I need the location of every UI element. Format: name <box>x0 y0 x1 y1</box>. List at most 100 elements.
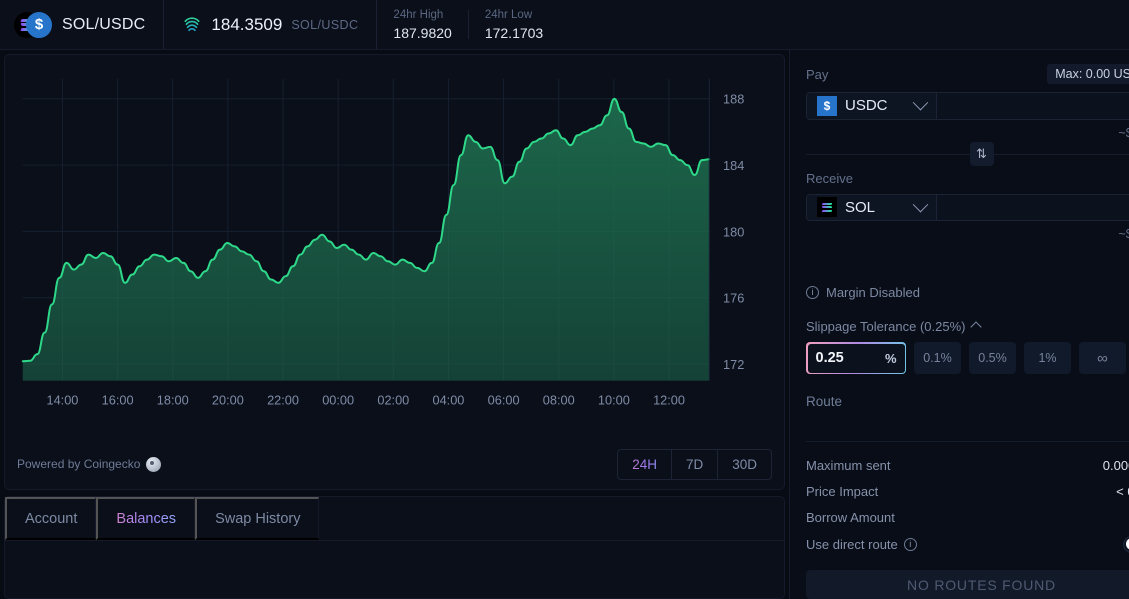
usdc-token-icon: $ <box>26 11 52 38</box>
pair-label: SOL/USDC <box>62 15 146 33</box>
swap-submit-button: NO ROUTES FOUND <box>806 570 1129 599</box>
coingecko-icon <box>146 456 162 472</box>
summary-row-price-impact: Price Impact < 0.1% <box>806 478 1129 504</box>
svg-text:188: 188 <box>723 92 744 107</box>
pay-token-label: USDC <box>845 97 888 115</box>
summary-row-maximum-sent: Maximum sent 0.000000 <box>806 452 1129 478</box>
current-price: 184.3509 <box>211 14 283 34</box>
swap-divider: ⇅ <box>806 142 1129 167</box>
svg-text:14:00: 14:00 <box>46 392 78 407</box>
svg-text:18:00: 18:00 <box>157 392 189 407</box>
main-body: 172 176 180 184 188 14:00 16:00 18:00 20:00 22:00… <box>0 50 1129 599</box>
market-pair-selector[interactable]: $ SOL/USDC <box>0 0 165 49</box>
svg-text:180: 180 <box>723 224 744 239</box>
pair-icon-group: $ <box>14 11 52 38</box>
receive-label: Receive <box>806 170 853 186</box>
info-icon[interactable]: i <box>903 537 917 551</box>
slippage-controls: % 0.1% 0.5% 1% ∞ <box>806 342 1129 375</box>
margin-status: i Margin Disabled <box>806 285 1129 300</box>
summary-key: Maximum sent <box>806 457 891 473</box>
stat-label: 24hr Low <box>484 9 533 22</box>
svg-text:02:00: 02:00 <box>377 392 409 407</box>
slippage-preset-infinite[interactable]: ∞ <box>1079 342 1126 375</box>
pay-header: Pay Max: 0.00 USDC <box>806 64 1129 84</box>
price-chart[interactable]: 172 176 180 184 188 14:00 16:00 18:00 20:00 22:00… <box>9 61 780 447</box>
max-balance-badge[interactable]: Max: 0.00 USDC <box>1047 64 1129 84</box>
svg-text:172: 172 <box>723 357 744 372</box>
chevron-up-icon[interactable] <box>970 321 983 333</box>
pay-row: $ USDC <box>806 92 1129 120</box>
svg-text:22:00: 22:00 <box>267 392 299 407</box>
price-chart-card: 172 176 180 184 188 14:00 16:00 18:00 20:00 22:00… <box>4 54 785 490</box>
sol-price-icon <box>184 16 200 31</box>
summary-list: Maximum sent 0.000000 Price Impact < 0.1… <box>806 452 1129 558</box>
powered-by-label: Powered by Coingecko <box>17 457 141 471</box>
route-divider <box>806 441 1129 443</box>
direct-route-toggle[interactable] <box>1123 535 1129 553</box>
pay-token-selector[interactable]: $ USDC <box>807 93 937 119</box>
summary-value: 0.000000 <box>1102 457 1129 473</box>
svg-text:176: 176 <box>723 291 744 306</box>
svg-text:10:00: 10:00 <box>598 392 630 407</box>
percent-sign: % <box>884 350 897 366</box>
swap-app: $ SOL/USDC 184.3509 SOL/USDC 24hr High 1… <box>0 0 1129 599</box>
chart-footer: Powered by Coingecko 24H 7D 30D <box>9 447 780 481</box>
direct-route-label: Use direct route <box>806 536 898 552</box>
slippage-preset-2[interactable]: 1% <box>1024 342 1071 375</box>
info-icon: i <box>806 286 819 300</box>
tab-content-panel <box>5 541 784 598</box>
stat-value: 187.9820 <box>393 24 452 41</box>
market-header: $ SOL/USDC 184.3509 SOL/USDC 24hr High 1… <box>0 0 1129 50</box>
receive-amount-input[interactable] <box>937 194 1129 221</box>
stat-24hr-high: 24hr High 187.9820 <box>377 0 467 49</box>
direct-route-label-group: Use direct route i <box>806 537 917 552</box>
summary-key: Borrow Amount <box>806 509 895 525</box>
slippage-input[interactable] <box>815 350 885 367</box>
chevron-down-icon <box>912 196 929 213</box>
slippage-header[interactable]: Slippage Tolerance (0.25%) <box>806 319 1129 334</box>
margin-status-label: Margin Disabled <box>826 285 920 301</box>
stat-value: 172.1703 <box>484 24 544 41</box>
svg-text:16:00: 16:00 <box>102 392 134 407</box>
tab-bar: Account Balances Swap History <box>5 497 784 541</box>
summary-value: < 0.1% <box>1116 483 1129 499</box>
usdc-token-icon: $ <box>817 95 837 116</box>
swap-panel: Pay Max: 0.00 USDC $ USDC ~$0.00 ⇅ Recei… <box>789 50 1129 599</box>
timeframe-30d[interactable]: 30D <box>718 450 771 479</box>
swap-direction-button[interactable]: ⇅ <box>969 142 994 167</box>
tab-swap-history[interactable]: Swap History <box>195 497 320 540</box>
svg-text:20:00: 20:00 <box>212 392 244 407</box>
price-chart-svg: 172 176 180 184 188 14:00 16:00 18:00 20:00 22:00… <box>21 78 744 407</box>
svg-text:08:00: 08:00 <box>543 392 575 407</box>
account-tabs-card: Account Balances Swap History <box>4 496 785 599</box>
timeframe-7d[interactable]: 7D <box>672 449 719 479</box>
summary-row-borrow-amount: Borrow Amount - <box>806 504 1129 530</box>
stat-label: 24hr High <box>393 9 444 22</box>
current-price-block: 184.3509 SOL/USDC <box>164 0 378 49</box>
receive-usd-value: ~$0.00 <box>1118 227 1129 242</box>
pay-label: Pay <box>806 66 829 82</box>
price-pair-label: SOL/USDC <box>291 17 359 32</box>
stat-24hr-low: 24hr Low 172.1703 <box>469 0 559 49</box>
svg-text:06:00: 06:00 <box>488 392 520 407</box>
pay-amount-input[interactable] <box>937 93 1129 119</box>
receive-row: SOL <box>806 193 1129 222</box>
slippage-preset-1[interactable]: 0.5% <box>969 342 1016 375</box>
pay-usd-value: ~$0.00 <box>1118 125 1129 140</box>
direct-route-row: Use direct route i <box>806 530 1129 558</box>
slippage-label: Slippage Tolerance (0.25%) <box>806 319 966 335</box>
receive-token-label: SOL <box>845 198 876 216</box>
slippage-preset-0[interactable]: 0.1% <box>914 342 961 375</box>
timeframe-24h[interactable]: 24H <box>618 449 672 479</box>
slippage-input-wrapper: % <box>806 342 906 375</box>
timeframe-group: 24H 7D 30D <box>617 448 772 480</box>
svg-text:00:00: 00:00 <box>322 392 354 407</box>
summary-key: Price Impact <box>806 483 879 499</box>
route-label: Route <box>806 394 843 410</box>
tab-balances[interactable]: Balances <box>96 497 196 540</box>
receive-token-selector[interactable]: SOL <box>807 194 937 221</box>
svg-text:184: 184 <box>723 158 744 173</box>
left-column: 172 176 180 184 188 14:00 16:00 18:00 20:00 22:00… <box>0 50 789 599</box>
tab-account[interactable]: Account <box>5 497 97 540</box>
svg-text:12:00: 12:00 <box>653 392 685 407</box>
